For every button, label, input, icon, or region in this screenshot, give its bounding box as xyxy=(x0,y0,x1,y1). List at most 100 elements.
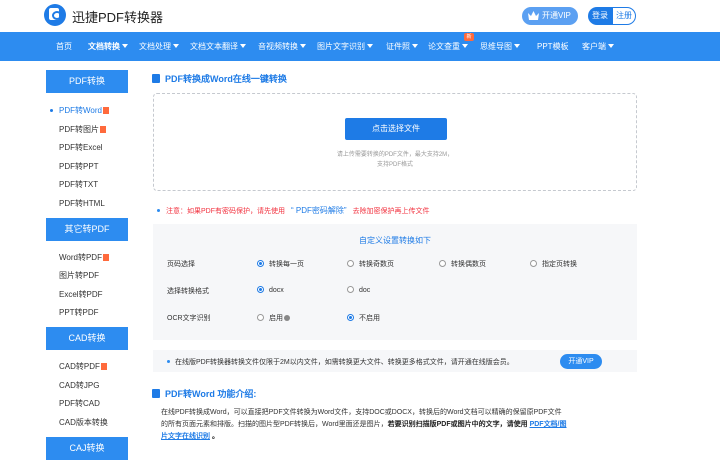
notice-text: 注意：如果PDF有密码保护，请先使用 xyxy=(166,208,285,215)
chevron-down-icon xyxy=(240,44,246,48)
sidebar-item-label: Excel转PDF xyxy=(59,290,103,299)
hot-icon xyxy=(100,126,106,133)
ocr-option-disable[interactable]: 不启用 xyxy=(347,313,380,323)
format-select-label: 选择转换格式 xyxy=(167,288,209,295)
open-vip-inline-button[interactable]: 开通VIP xyxy=(560,354,602,369)
logo-text[interactable]: 迅捷PDF转换器 xyxy=(72,7,163,26)
nav-mindmap[interactable]: 思维导图 xyxy=(480,32,520,61)
nav-av-convert[interactable]: 音视频转换 xyxy=(258,32,306,61)
hot-icon xyxy=(102,254,109,261)
sidebar-item-pdf-to-html[interactable]: PDF转HTML xyxy=(46,194,128,213)
password-notice: 注意：如果PDF有密码保护，请先使用 “ PDF密码解除” 去除加密保护再上传文件 xyxy=(157,205,430,216)
logo-icon[interactable] xyxy=(44,4,66,26)
select-file-button[interactable]: 点击选择文件 xyxy=(345,118,447,140)
chevron-down-icon xyxy=(412,44,418,48)
main-nav: 首页 文档转换 文档处理 文档文本翻译 音视频转换 图片文字识别 证件照 论文查… xyxy=(0,32,720,61)
sidebar-item-pdf-to-word[interactable]: PDF转Word xyxy=(46,101,128,120)
sidebar-item-word-to-pdf[interactable]: Word转PDF xyxy=(46,248,128,267)
page-option-all[interactable]: 转换每一页 xyxy=(257,259,304,269)
active-dot-icon xyxy=(50,109,53,112)
sidebar-item-cad-version[interactable]: CAD版本转换 xyxy=(46,413,128,432)
ocr-link[interactable]: PDF文档/图 xyxy=(530,421,567,428)
sidebar: PDF转换 PDF转Word PDF转图片 PDF转Excel PDF转PPT … xyxy=(46,70,128,460)
nav-ocr[interactable]: 图片文字识别 xyxy=(317,32,373,61)
sidebar-item-label: PDF转PPT xyxy=(59,162,99,171)
sidebar-item-label: PDF转TXT xyxy=(59,180,99,189)
register-button[interactable]: 注册 xyxy=(612,7,636,25)
intro-line: 的所有页面元素和排版。扫描的图片型PDF转换后，Word里面还是图片， xyxy=(161,421,388,428)
nav-doc-process-label: 文档处理 xyxy=(139,42,171,51)
option-label: 转换奇数页 xyxy=(359,261,394,268)
nav-ppt-template-label: PPT模板 xyxy=(537,42,569,51)
sidebar-item-label: CAD转PDF xyxy=(59,362,100,371)
upload-hint-format: 支持PDF格式 xyxy=(376,162,413,168)
intro-title: PDF转Word 功能介绍: xyxy=(152,387,256,400)
settings-title: 自定义设置转换如下 xyxy=(359,236,431,245)
top-header: 迅捷PDF转换器 开通VIP 登录 注册 xyxy=(0,0,720,32)
sidebar-item-cad-to-jpg[interactable]: CAD转JPG xyxy=(46,376,128,395)
chevron-down-icon xyxy=(462,44,468,48)
sidebar-item-label: PDF转HTML xyxy=(59,199,105,208)
radio-icon xyxy=(530,260,537,267)
hot-icon xyxy=(100,363,107,370)
help-icon[interactable] xyxy=(284,315,290,321)
chevron-down-icon xyxy=(122,44,128,48)
bullet-icon xyxy=(167,360,170,363)
radio-icon xyxy=(347,286,354,293)
nav-paper-check-label: 论文查重 xyxy=(428,42,460,51)
nav-doc-process[interactable]: 文档处理 xyxy=(139,32,179,61)
upload-dropzone[interactable]: 点击选择文件 请上传需要转换的PDF文件，最大支持2M， 支持PDF格式 xyxy=(153,93,637,191)
intro-line: 在线PDF转换成Word，可以直接把PDF文件转换为Word文件，支持DOC或D… xyxy=(161,409,562,416)
conversion-settings: 自定义设置转换如下 页码选择 转换每一页 转换奇数页 转换偶数页 指定页转换 选… xyxy=(153,224,637,340)
intro-end: 。 xyxy=(211,433,219,440)
sidebar-heading-caj-convert: CAJ转换 xyxy=(46,437,128,460)
bullet-icon xyxy=(157,209,160,212)
nav-client-label: 客户端 xyxy=(582,42,606,51)
pdf-password-remove-link[interactable]: “ PDF密码解除” xyxy=(291,206,347,215)
document-icon xyxy=(152,74,160,83)
nav-doc-translate[interactable]: 文档文本翻译 xyxy=(190,32,246,61)
nav-paper-check[interactable]: 论文查重 xyxy=(428,32,468,61)
sidebar-item-label: Word转PDF xyxy=(59,253,102,262)
new-badge: 新 xyxy=(464,33,474,41)
sidebar-item-label: PDF转图片 xyxy=(59,125,99,134)
format-option-docx[interactable]: docx xyxy=(257,286,284,294)
hot-icon xyxy=(102,107,109,114)
sidebar-item-excel-to-pdf[interactable]: Excel转PDF xyxy=(46,285,128,304)
page-select-label: 页码选择 xyxy=(167,261,195,268)
sidebar-item-pdf-to-ppt[interactable]: PDF转PPT xyxy=(46,157,128,176)
nav-ppt-template[interactable]: PPT模板 xyxy=(537,32,569,61)
page-option-specified[interactable]: 指定页转换 xyxy=(530,259,577,269)
open-vip-button[interactable]: 开通VIP xyxy=(522,7,578,25)
page-title: PDF转换成Word在线一键转换 xyxy=(152,72,287,85)
nav-id-photo[interactable]: 证件照 xyxy=(386,32,418,61)
nav-doc-convert[interactable]: 文档转换 xyxy=(88,32,128,61)
format-option-doc[interactable]: doc xyxy=(347,286,370,294)
chevron-down-icon xyxy=(367,44,373,48)
sidebar-item-pdf-to-cad[interactable]: PDF转CAD xyxy=(46,394,128,413)
sidebar-item-label: PDF转Word xyxy=(59,106,102,115)
sidebar-item-ppt-to-pdf[interactable]: PPT转PDF xyxy=(46,303,128,322)
login-button[interactable]: 登录 xyxy=(588,7,612,25)
sidebar-item-pdf-to-txt[interactable]: PDF转TXT xyxy=(46,175,128,194)
sidebar-item-pdf-to-image[interactable]: PDF转图片 xyxy=(46,120,128,139)
sidebar-item-label: CAD转JPG xyxy=(59,381,100,390)
nav-doc-convert-label: 文档转换 xyxy=(88,42,120,51)
document-icon xyxy=(152,389,160,398)
sidebar-item-pdf-to-excel[interactable]: PDF转Excel xyxy=(46,138,128,157)
sidebar-item-label: 图片转PDF xyxy=(59,271,99,280)
ocr-option-enable[interactable]: 启用 xyxy=(257,313,290,323)
ocr-link-cont[interactable]: 片文字在线识别 xyxy=(161,433,210,440)
page-option-even[interactable]: 转换偶数页 xyxy=(439,259,486,269)
page-option-odd[interactable]: 转换奇数页 xyxy=(347,259,394,269)
radio-icon xyxy=(257,314,264,321)
nav-home[interactable]: 首页 xyxy=(56,32,72,61)
chevron-down-icon xyxy=(514,44,520,48)
option-label: doc xyxy=(359,287,371,294)
sidebar-item-cad-to-pdf[interactable]: CAD转PDF xyxy=(46,357,128,376)
sidebar-item-label: PPT转PDF xyxy=(59,308,99,317)
nav-client[interactable]: 客户端 xyxy=(582,32,614,61)
sidebar-item-image-to-pdf[interactable]: 图片转PDF xyxy=(46,266,128,285)
open-vip-label: 开通VIP xyxy=(542,11,571,20)
sidebar-heading-other-to-pdf: 其它转PDF xyxy=(46,218,128,241)
